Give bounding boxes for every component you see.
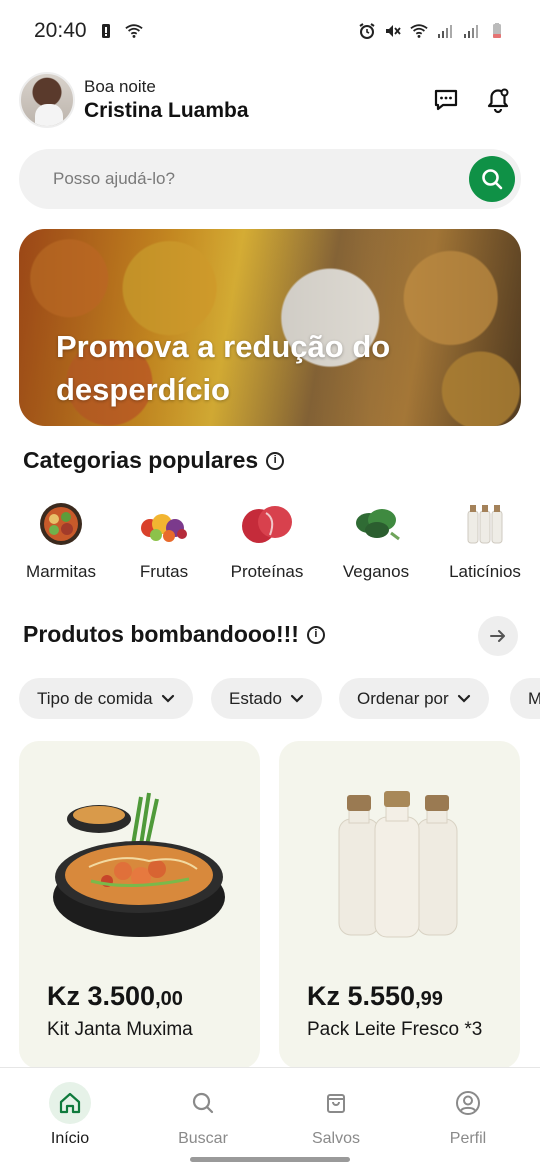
chevron-down-icon <box>290 694 304 703</box>
search-icon <box>182 1082 224 1124</box>
category-label: Marmitas <box>26 562 96 581</box>
product-card[interactable]: Kz 5.550,99 Pack Leite Fresco *3 <box>279 741 520 1069</box>
bell-icon <box>487 88 509 114</box>
product-name: Pack Leite Fresco *3 <box>307 1019 483 1040</box>
meat-icon <box>239 498 295 550</box>
nav-profile[interactable]: Perfil <box>413 1082 523 1148</box>
products-header: Produtos bombandooo!!! i <box>23 621 325 648</box>
status-time: 20:40 <box>34 19 87 42</box>
fruits-icon <box>136 498 192 550</box>
categories-list: Marmitas Frutas Proteínas Veganos Laticí… <box>0 498 540 588</box>
avatar[interactable] <box>19 72 75 128</box>
profile-icon <box>447 1082 489 1124</box>
chevron-down-icon <box>161 694 174 703</box>
nav-label: Buscar <box>178 1130 228 1147</box>
categories-title: Categorias populares <box>23 447 259 473</box>
category-marmitas[interactable]: Marmitas <box>6 498 116 582</box>
categories-header: Categorias populares i <box>23 447 285 474</box>
price-cents: ,00 <box>155 988 183 1010</box>
alarm-icon <box>359 23 375 39</box>
filter-more[interactable]: M <box>510 678 540 719</box>
nav-label: Salvos <box>311 1130 361 1147</box>
wifi-question-icon <box>124 24 143 38</box>
nav-saved[interactable]: Salvos <box>281 1082 391 1148</box>
product-price: Kz 3.500,00 <box>47 981 183 1012</box>
filter-state[interactable]: Estado <box>211 678 322 719</box>
search-icon <box>482 169 503 190</box>
price-main: Kz 5.550 <box>307 981 416 1011</box>
battery-icon <box>493 23 501 38</box>
home-indicator[interactable] <box>190 1157 350 1162</box>
category-label: Frutas <box>139 562 189 581</box>
user-name: Cristina Luamba <box>84 99 249 122</box>
greens-icon <box>348 498 404 550</box>
header: Boa noite Cristina Luamba <box>19 71 521 129</box>
product-name: Kit Janta Muxima <box>47 1019 193 1040</box>
promo-banner[interactable]: Promova a redução do desperdício <box>19 229 521 426</box>
nav-label: Início <box>50 1130 90 1147</box>
battery-alert-icon <box>101 24 110 38</box>
messages-button[interactable] <box>431 85 461 115</box>
chevron-down-icon <box>457 694 470 703</box>
meal-bowl-icon <box>33 498 89 550</box>
bag-icon <box>315 1082 357 1124</box>
notifications-button[interactable] <box>483 85 513 115</box>
chip-label: M <box>528 688 540 708</box>
search-input[interactable] <box>53 169 433 189</box>
chip-label: Estado <box>229 688 282 708</box>
filter-food-type[interactable]: Tipo de comida <box>19 678 193 719</box>
category-frutas[interactable]: Frutas <box>109 498 219 582</box>
home-icon <box>49 1082 91 1124</box>
greeting-text: Boa noite <box>84 77 156 96</box>
greeting-block: Boa noite Cristina Luamba <box>84 77 249 123</box>
banner-title: Promova a redução do desperdício <box>56 329 391 407</box>
product-card[interactable]: Kz 3.500,00 Kit Janta Muxima <box>19 741 260 1069</box>
price-main: Kz 3.500 <box>47 981 156 1011</box>
products-title: Produtos bombandooo!!! <box>23 621 299 647</box>
header-actions <box>431 85 521 115</box>
milk-bottles-icon <box>457 498 513 550</box>
search-button[interactable] <box>469 156 515 202</box>
signal-icon-2 <box>464 25 478 38</box>
search-bar <box>19 149 521 209</box>
product-image <box>279 757 520 957</box>
filter-sort[interactable]: Ordenar por <box>339 678 489 719</box>
chip-label: Ordenar por <box>357 688 449 708</box>
info-icon[interactable]: i <box>266 451 285 470</box>
see-all-button[interactable] <box>478 616 518 656</box>
category-laticinios[interactable]: Laticínios <box>430 498 540 582</box>
product-price: Kz 5.550,99 <box>307 981 443 1012</box>
category-proteinas[interactable]: Proteínas <box>212 498 322 582</box>
category-label: Proteínas <box>230 562 304 581</box>
category-label: Veganos <box>342 562 410 581</box>
chip-label: Tipo de comida <box>37 688 153 708</box>
signal-icon <box>438 25 452 38</box>
info-icon[interactable]: i <box>306 625 325 644</box>
price-cents: ,99 <box>415 988 443 1010</box>
status-bar: 20:40 <box>0 0 540 62</box>
category-label: Laticínios <box>449 562 521 581</box>
nav-search[interactable]: Buscar <box>148 1082 258 1148</box>
bottom-nav: Início Buscar Salvos Perfil <box>0 1067 540 1170</box>
product-image <box>19 757 260 957</box>
nav-home[interactable]: Início <box>15 1082 125 1148</box>
chat-icon <box>434 89 458 111</box>
wifi-icon <box>410 24 428 38</box>
category-veganos[interactable]: Veganos <box>321 498 431 582</box>
arrow-right-icon <box>490 630 505 642</box>
mute-icon <box>386 25 401 37</box>
nav-label: Perfil <box>449 1130 487 1147</box>
